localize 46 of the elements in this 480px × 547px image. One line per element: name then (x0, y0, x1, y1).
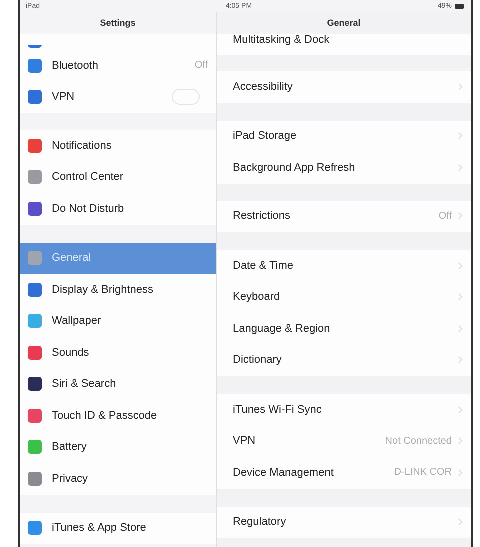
sidebar-item[interactable]: Bluetooth Off (20, 50, 216, 82)
chevron-icon (458, 262, 463, 270)
chevron-icon (458, 406, 463, 414)
settings-row[interactable]: Dictionary (217, 344, 471, 376)
sidebar-item[interactable]: Battery (20, 432, 216, 463)
battery-icon (454, 4, 465, 8)
chevron-icon (458, 164, 463, 172)
chevron-icon (458, 132, 463, 140)
chevron-icon (458, 324, 463, 333)
sidebar-item[interactable]: Control Center (20, 162, 216, 193)
sidebar-title: Settings (100, 18, 136, 28)
settings-row[interactable]: iPad Storage (217, 120, 471, 152)
sidebar-item[interactable]: Display & Brightness (20, 274, 216, 306)
settings-row[interactable]: Background App Refresh (217, 152, 471, 184)
item-value: Off (194, 60, 208, 72)
chevron-icon (458, 82, 463, 91)
sidebar-item[interactable]: Sounds (20, 337, 216, 368)
row-value: Not Connected (385, 436, 452, 447)
settings-row[interactable]: Regulatory (217, 506, 471, 538)
sidebar-item[interactable]: Do Not Disturb (20, 193, 216, 224)
sidebar-item[interactable]: iTunes & App Store (20, 512, 216, 544)
toggle-switch[interactable] (172, 89, 200, 106)
row-value: D-LINK COR (394, 467, 452, 478)
settings-row[interactable]: Date & Time (217, 250, 471, 282)
sidebar-item[interactable]: Notifications (20, 130, 216, 162)
settings-row[interactable]: Restrictions Off (217, 200, 471, 232)
chevron-icon (458, 518, 463, 526)
sidebar-item[interactable]: Wallpaper (20, 306, 216, 337)
row-value: Off (438, 210, 452, 222)
sidebar-item[interactable]: Privacy (20, 463, 216, 494)
settings-row[interactable]: VPN Not Connected (217, 426, 471, 457)
settings-row[interactable]: Language & Region (217, 313, 471, 344)
chevron-icon (458, 437, 463, 446)
sidebar-item[interactable]: Siri & Search (20, 368, 216, 400)
chevron-icon (458, 356, 463, 364)
chevron-icon (458, 212, 463, 220)
settings-row[interactable]: Accessibility (217, 71, 471, 102)
page-title: General (327, 18, 361, 28)
sidebar-item[interactable]: Touch ID & Passcode (20, 400, 216, 432)
settings-row[interactable]: Device Management D-LINK COR (217, 457, 471, 488)
settings-row[interactable]: Multitasking & Dock (217, 34, 471, 55)
settings-row[interactable]: Keyboard (217, 282, 471, 313)
sidebar-item[interactable]: VPN (20, 82, 216, 113)
chevron-icon (458, 468, 463, 477)
settings-row[interactable]: iTunes Wi-Fi Sync (217, 394, 471, 426)
chevron-icon (458, 293, 463, 302)
